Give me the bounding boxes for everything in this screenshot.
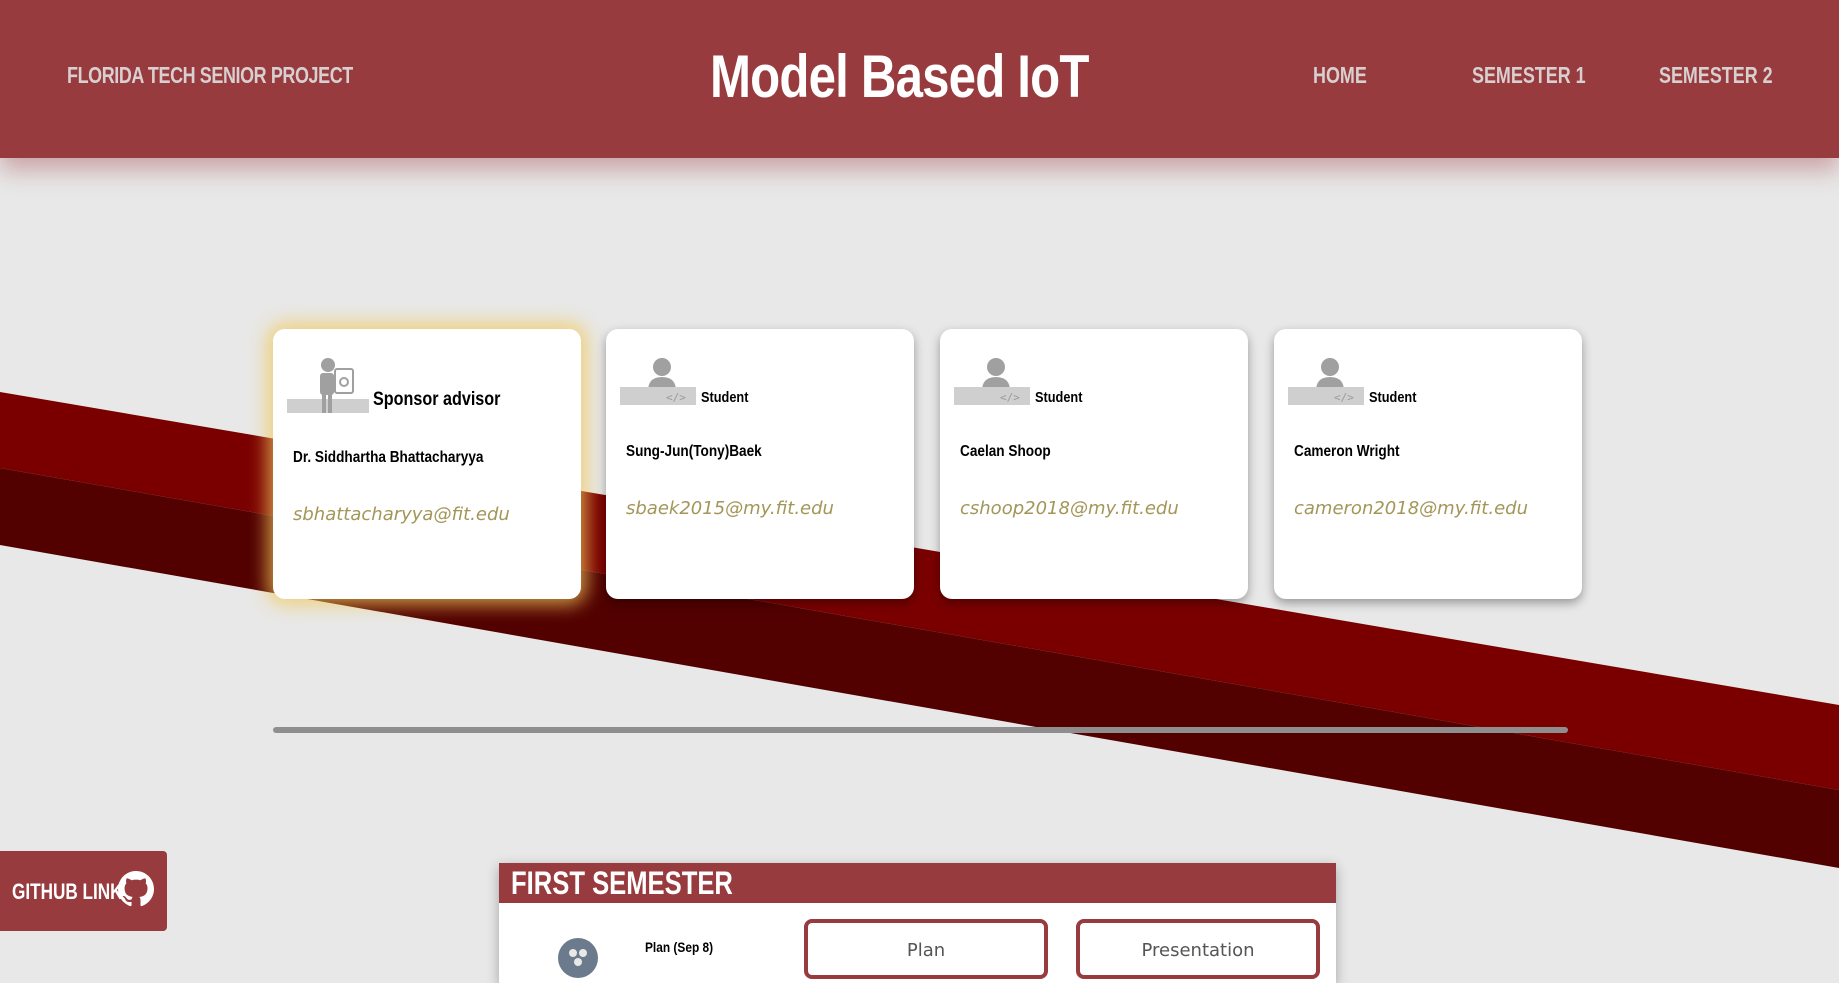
team-meeting-icon: [558, 938, 598, 978]
role-label: Student: [1035, 389, 1083, 406]
advisor-icon: [287, 358, 369, 413]
role-label: Student: [1369, 389, 1417, 406]
member-email-link[interactable]: sbaek2015@my.fit.edu: [626, 498, 834, 519]
site-header: FLORIDA TECH SENIOR PROJECT Model Based …: [0, 0, 1839, 158]
brand-label[interactable]: FLORIDA TECH SENIOR PROJECT: [67, 62, 353, 89]
nav-home[interactable]: HOME: [1313, 62, 1367, 89]
plan-button[interactable]: Plan: [804, 919, 1048, 979]
section-divider: [273, 727, 1568, 733]
team-card-student: </> Student Caelan Shoop cshoop2018@my.f…: [940, 329, 1248, 599]
first-semester-panel: FIRST SEMESTER Plan (Sep 8) Plan Present…: [499, 863, 1336, 983]
semester-title: FIRST SEMESTER: [511, 865, 733, 901]
team-card-student: </> Student Cameron Wright cameron2018@m…: [1274, 329, 1582, 599]
student-coder-icon: </>: [620, 358, 696, 405]
member-email-link[interactable]: sbhattacharyya@fit.edu: [293, 504, 510, 525]
presentation-button[interactable]: Presentation: [1076, 919, 1320, 979]
member-name: Caelan Shoop: [960, 443, 1051, 460]
member-name: Cameron Wright: [1294, 443, 1400, 460]
svg-text:</>: </>: [666, 391, 686, 404]
github-icon: [118, 871, 154, 907]
site-title: Model Based IoT: [710, 43, 1089, 110]
member-email-link[interactable]: cameron2018@my.fit.edu: [1294, 498, 1528, 519]
student-coder-icon: </>: [954, 358, 1030, 405]
svg-text:</>: </>: [1000, 391, 1020, 404]
student-coder-icon: </>: [1288, 358, 1364, 405]
role-label: Student: [701, 389, 749, 406]
semester-header: FIRST SEMESTER: [499, 863, 1336, 903]
member-name: Dr. Siddhartha Bhattacharyya: [293, 449, 484, 466]
nav-semester-2[interactable]: SEMESTER 2: [1659, 62, 1773, 89]
team-card-student: </> Student Sung-Jun(Tony)Baek sbaek2015…: [606, 329, 914, 599]
role-label: Sponsor advisor: [373, 389, 501, 410]
member-email-link[interactable]: cshoop2018@my.fit.edu: [960, 498, 1179, 519]
milestone-label: Plan (Sep 8): [645, 939, 714, 955]
team-card-advisor: Sponsor advisor Dr. Siddhartha Bhattacha…: [273, 329, 581, 599]
github-link-label: GITHUB LINK: [12, 879, 123, 904]
github-link-button[interactable]: GITHUB LINK: [0, 851, 167, 931]
nav-semester-1[interactable]: SEMESTER 1: [1472, 62, 1586, 89]
svg-text:</>: </>: [1334, 391, 1354, 404]
member-name: Sung-Jun(Tony)Baek: [626, 443, 762, 460]
